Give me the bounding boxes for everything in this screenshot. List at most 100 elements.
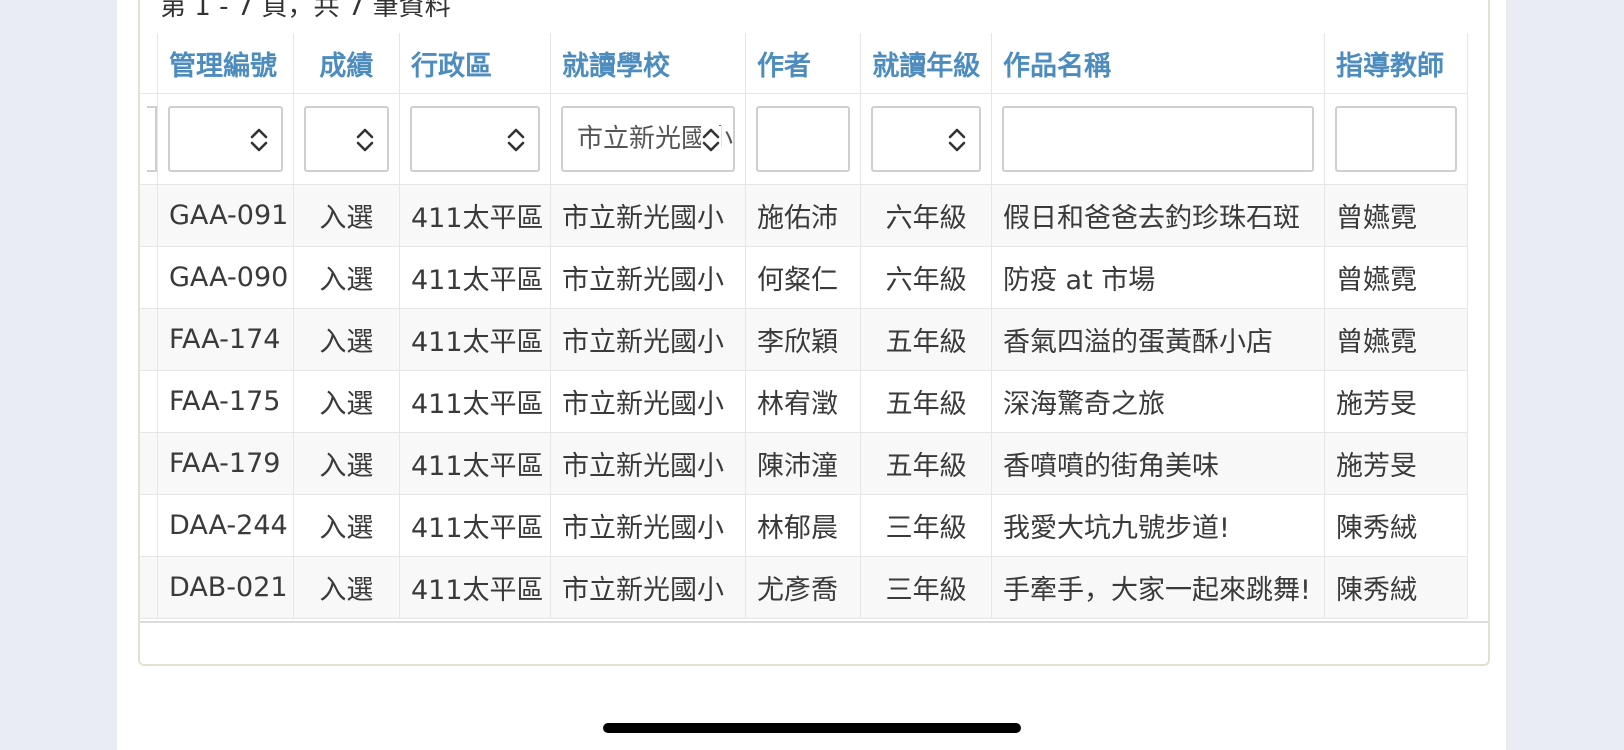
- cell-grade: 六年級: [860, 184, 992, 247]
- cell-school: 市立新光國小: [550, 494, 747, 557]
- filter-grade-cell: [860, 93, 992, 185]
- header-score[interactable]: 成績: [292, 33, 401, 94]
- table-row[interactable]: FAA-175 入選 411太平區 市立新光國小 林宥澂 五年級 深海驚奇之旅 施芳旻: [140, 370, 1469, 433]
- cell-school: 市立新光國小: [550, 246, 747, 309]
- cell-score: 入選: [292, 432, 401, 495]
- cell-grade: 六年級: [860, 246, 992, 309]
- cell-title: 我愛大坑九號步道!: [990, 494, 1325, 557]
- cell-school: 市立新光國小: [550, 308, 747, 371]
- cell-id: FAA-179: [157, 432, 294, 495]
- cell-hidden-column: [140, 370, 158, 433]
- cell-district: 411太平區: [398, 556, 552, 619]
- cell-title: 深海驚奇之旅: [990, 370, 1325, 433]
- filter-grade-select[interactable]: [871, 106, 981, 172]
- cell-title: 香噴噴的街角美味: [990, 432, 1325, 495]
- cell-district: 411太平區: [398, 308, 552, 371]
- cell-grade: 三年級: [860, 556, 992, 619]
- chevron-up-down-icon: [249, 126, 269, 154]
- cell-id: DAA-244: [157, 494, 294, 557]
- cell-school: 市立新光國小: [550, 556, 747, 619]
- cell-title: 防疫 at 市場: [990, 246, 1325, 309]
- header-grade[interactable]: 就讀年級: [860, 33, 992, 94]
- chevron-up-down-icon: [506, 126, 526, 154]
- filter-district-select[interactable]: [410, 106, 541, 172]
- chevron-up-down-icon: [947, 126, 967, 154]
- cell-score: 入選: [292, 494, 401, 557]
- header-title[interactable]: 作品名稱: [990, 33, 1325, 94]
- filter-title-input[interactable]: [1001, 106, 1314, 172]
- header-hidden-column: [140, 33, 158, 94]
- pagination-caption: 第 1 - 7 頁，共 7 筆資料: [160, 0, 451, 22]
- cell-school: 市立新光國小: [550, 432, 747, 495]
- cell-teacher: 曾嬿霓: [1323, 184, 1469, 247]
- cell-score: 入選: [292, 556, 401, 619]
- cell-teacher: 施芳旻: [1323, 432, 1469, 495]
- table-row[interactable]: DAA-244 入選 411太平區 市立新光國小 林郁晨 三年級 我愛大坑九號步道! 陳秀絨: [140, 494, 1469, 557]
- cell-id: GAA-091: [157, 184, 294, 247]
- table-row[interactable]: FAA-174 入選 411太平區 市立新光國小 李欣穎 五年級 香氣四溢的蛋黃酥小店 曾嬿霓: [140, 308, 1469, 371]
- cell-author: 施佑沛: [745, 184, 862, 247]
- header-school[interactable]: 就讀學校: [550, 33, 747, 94]
- cell-hidden-column: [140, 184, 158, 247]
- filter-title-cell: [990, 93, 1325, 185]
- cell-id: FAA-175: [157, 370, 294, 433]
- cell-teacher: 陳秀絨: [1323, 494, 1469, 557]
- cell-score: 入選: [292, 370, 401, 433]
- cell-author: 陳沛潼: [745, 432, 862, 495]
- filter-score-cell: [292, 93, 401, 185]
- cell-title: 假日和爸爸去釣珍珠石斑: [990, 184, 1325, 247]
- cell-author: 尤彥喬: [745, 556, 862, 619]
- cell-author: 李欣穎: [745, 308, 862, 371]
- cell-author: 林宥澂: [745, 370, 862, 433]
- filter-district-cell: [398, 93, 552, 185]
- cell-hidden-column: [140, 308, 158, 371]
- chevron-up-down-icon: [355, 126, 375, 154]
- home-indicator[interactable]: [603, 723, 1021, 733]
- cell-grade: 五年級: [860, 308, 992, 371]
- cell-author: 林郁晨: [745, 494, 862, 557]
- header-teacher[interactable]: 指導教師: [1323, 33, 1469, 94]
- filter-teacher-input[interactable]: [1334, 106, 1457, 172]
- table-row[interactable]: GAA-091 入選 411太平區 市立新光國小 施佑沛 六年級 假日和爸爸去釣珍珠石斑 曾嬿…: [140, 184, 1469, 247]
- results-table: 管理編號 成績 行政區 就讀學校 作者 就讀年級 作品名稱 指導教師 市立新光國…: [140, 33, 1469, 619]
- table-row[interactable]: GAA-090 入選 411太平區 市立新光國小 何粲仁 六年級 防疫 at 市場 曾嬿霓: [140, 246, 1469, 309]
- cell-grade: 三年級: [860, 494, 992, 557]
- cell-score: 入選: [292, 184, 401, 247]
- table-bottom-border: [140, 621, 1488, 623]
- cell-district: 411太平區: [398, 246, 552, 309]
- table-row[interactable]: FAA-179 入選 411太平區 市立新光國小 陳沛潼 五年級 香噴噴的街角美味 施芳旻: [140, 432, 1469, 495]
- table-scroll-area[interactable]: 管理編號 成績 行政區 就讀學校 作者 就讀年級 作品名稱 指導教師 市立新光國…: [140, 33, 1488, 621]
- cell-score: 入選: [292, 246, 401, 309]
- cell-score: 入選: [292, 308, 401, 371]
- filter-id-cell: [157, 93, 294, 185]
- table-row[interactable]: DAB-021 入選 411太平區 市立新光國小 尤彥喬 三年級 手牽手，大家一起來跳舞! 陳…: [140, 556, 1469, 619]
- cell-id: GAA-090: [157, 246, 294, 309]
- cell-grade: 五年級: [860, 370, 992, 433]
- filter-author-cell: [745, 93, 862, 185]
- cell-id: DAB-021: [157, 556, 294, 619]
- filter-teacher-cell: [1323, 93, 1469, 185]
- cell-district: 411太平區: [398, 494, 552, 557]
- cell-hidden-column: [140, 432, 158, 495]
- filter-school-cell: 市立新光國小: [550, 93, 747, 185]
- filter-id-select[interactable]: [168, 106, 283, 172]
- filter-school-select[interactable]: 市立新光國小: [561, 106, 736, 172]
- cell-author: 何粲仁: [745, 246, 862, 309]
- header-district[interactable]: 行政區: [398, 33, 552, 94]
- cell-teacher: 陳秀絨: [1323, 556, 1469, 619]
- cell-district: 411太平區: [398, 432, 552, 495]
- filter-author-input[interactable]: [756, 106, 851, 172]
- cell-school: 市立新光國小: [550, 370, 747, 433]
- cell-title: 香氣四溢的蛋黃酥小店: [990, 308, 1325, 371]
- cell-grade: 五年級: [860, 432, 992, 495]
- filter-score-select[interactable]: [303, 106, 389, 172]
- results-panel: 第 1 - 7 頁，共 7 筆資料 管理編號 成績 行政區 就讀學校 作者 就讀…: [138, 0, 1490, 666]
- cell-district: 411太平區: [398, 370, 552, 433]
- cell-id: FAA-174: [157, 308, 294, 371]
- cell-school: 市立新光國小: [550, 184, 747, 247]
- cell-title: 手牽手，大家一起來跳舞!: [990, 556, 1325, 619]
- header-author[interactable]: 作者: [745, 33, 862, 94]
- header-id[interactable]: 管理編號: [157, 33, 294, 94]
- cell-district: 411太平區: [398, 184, 552, 247]
- cell-teacher: 曾嬿霓: [1323, 246, 1469, 309]
